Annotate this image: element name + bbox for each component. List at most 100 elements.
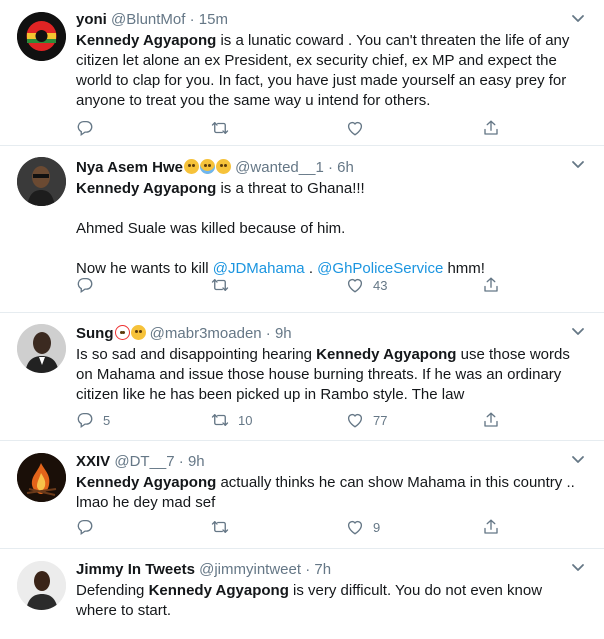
share-button[interactable]: [482, 117, 509, 139]
reply-icon: [76, 411, 94, 429]
tweet[interactable]: Jimmy In Tweets @jimmyintweet · 7h Defen…: [0, 549, 604, 639]
crying-emoji-icon: [200, 159, 215, 174]
timestamp[interactable]: 9h: [188, 453, 205, 470]
share-icon: [482, 411, 500, 429]
retweet-count: 10: [238, 412, 253, 428]
like-icon: [346, 411, 364, 429]
sad-emoji-icon: [130, 325, 146, 340]
retweet-button[interactable]: [211, 516, 238, 538]
tweet-feed: yoni @BluntMof · 15m Kennedy Agyapong is…: [0, 0, 604, 639]
user-handle[interactable]: @wanted__1: [235, 159, 324, 176]
like-button[interactable]: 77: [346, 409, 387, 431]
display-name[interactable]: Sung: [76, 325, 114, 342]
share-icon: [482, 518, 500, 536]
highlight-term: Kennedy Agyapong: [316, 346, 457, 363]
tweet-header: Jimmy In Tweets @jimmyintweet · 7h: [76, 560, 582, 580]
highlight-term: Kennedy Agyapong: [76, 474, 217, 491]
separator: ·: [265, 325, 271, 342]
caret-down-icon[interactable]: [571, 563, 585, 573]
tweet-text: Kennedy Agyapong is a threat to Ghana!!!…: [76, 179, 582, 279]
highlight-term: Kennedy Agyapong: [76, 180, 217, 197]
like-count: 77: [373, 412, 388, 428]
like-button[interactable]: [346, 117, 373, 139]
tweet-header: yoni @BluntMof · 15m: [76, 10, 582, 30]
display-name[interactable]: yoni: [76, 11, 107, 28]
timestamp[interactable]: 9h: [275, 325, 292, 342]
tweet[interactable]: Sung @mabr3moaden · 9h Is so sad and dis…: [0, 313, 604, 441]
retweet-button[interactable]: [211, 274, 238, 296]
avatar[interactable]: [17, 12, 66, 61]
avatar[interactable]: [17, 561, 66, 610]
clown-emoji-icon: [114, 325, 130, 340]
tweet[interactable]: yoni @BluntMof · 15m Kennedy Agyapong is…: [0, 0, 604, 146]
like-count: 9: [373, 519, 381, 535]
share-button[interactable]: [482, 409, 509, 431]
like-icon: [346, 276, 364, 294]
retweet-icon: [211, 276, 229, 294]
share-button[interactable]: [482, 274, 509, 296]
user-handle[interactable]: @BluntMof: [111, 11, 185, 28]
like-count: 43: [373, 277, 388, 293]
caret-down-icon[interactable]: [571, 327, 585, 337]
reply-button[interactable]: [76, 516, 103, 538]
tweet-text: Kennedy Agyapong is a lunatic coward . Y…: [76, 31, 582, 111]
like-button[interactable]: 9: [346, 516, 380, 538]
highlight-term: Kennedy Agyapong: [76, 32, 217, 49]
separator: ·: [305, 561, 311, 578]
tweet-actions: [76, 117, 506, 139]
tweet-actions: 9: [76, 516, 506, 538]
user-handle[interactable]: @mabr3moaden: [150, 325, 262, 342]
like-icon: [346, 119, 364, 137]
tweet-header: Sung @mabr3moaden · 9h: [76, 324, 582, 344]
timestamp[interactable]: 15m: [199, 11, 228, 28]
timestamp[interactable]: 7h: [314, 561, 331, 578]
user-handle[interactable]: @jimmyintweet: [199, 561, 301, 578]
retweet-button[interactable]: [211, 117, 238, 139]
share-icon: [482, 276, 500, 294]
laughing-emoji-icon: [184, 159, 199, 174]
tweet-header: XXIV @DT__7 · 9h: [76, 452, 582, 472]
tweet-actions: 43: [76, 274, 506, 296]
tweet[interactable]: XXIV @DT__7 · 9h Kennedy Agyapong actual…: [0, 441, 604, 549]
tweet-body: Defending: [76, 582, 149, 599]
user-handle[interactable]: @DT__7: [114, 453, 174, 470]
tweet-text: Is so sad and disappointing hearing Kenn…: [76, 345, 582, 405]
display-name[interactable]: XXIV: [76, 453, 110, 470]
timestamp[interactable]: 6h: [337, 159, 354, 176]
separator: ·: [178, 453, 184, 470]
share-icon: [482, 119, 500, 137]
reply-icon: [76, 518, 94, 536]
reply-button[interactable]: [76, 274, 103, 296]
tweet-text: Defending Kennedy Agyapong is very diffi…: [76, 581, 582, 621]
retweet-icon: [211, 119, 229, 137]
separator: ·: [327, 159, 333, 176]
tweet-body: is a threat to Ghana!!!: [216, 180, 365, 197]
reply-button[interactable]: [76, 117, 103, 139]
display-name[interactable]: Nya Asem Hwe: [76, 159, 183, 176]
display-name[interactable]: Jimmy In Tweets: [76, 561, 195, 578]
avatar[interactable]: [17, 453, 66, 502]
caret-down-icon[interactable]: [571, 160, 585, 170]
highlight-term: Kennedy Agyapong: [148, 582, 289, 599]
tweet-header: Nya Asem Hwe @wanted__1 · 6h: [76, 158, 582, 178]
retweet-button[interactable]: 10: [211, 409, 252, 431]
separator: ·: [189, 11, 195, 28]
tweet-text: Kennedy Agyapong actually thinks he can …: [76, 473, 582, 513]
like-icon: [346, 518, 364, 536]
laughing-emoji-icon: [216, 159, 231, 174]
retweet-icon: [211, 411, 229, 429]
share-button[interactable]: [482, 516, 509, 538]
tweet-body: Ahmed Suale was killed because of him.: [76, 220, 346, 237]
reply-count: 5: [103, 412, 111, 428]
caret-down-icon[interactable]: [571, 14, 585, 24]
avatar[interactable]: [17, 157, 66, 206]
tweet[interactable]: Nya Asem Hwe @wanted__1 · 6h Kennedy Agy…: [0, 146, 604, 313]
retweet-icon: [211, 518, 229, 536]
reply-icon: [76, 119, 94, 137]
reply-button[interactable]: 5: [76, 409, 110, 431]
avatar[interactable]: [17, 324, 66, 373]
reply-icon: [76, 276, 94, 294]
tweet-actions: 5 10 77: [76, 409, 506, 431]
caret-down-icon[interactable]: [571, 455, 585, 465]
like-button[interactable]: 43: [346, 274, 387, 296]
